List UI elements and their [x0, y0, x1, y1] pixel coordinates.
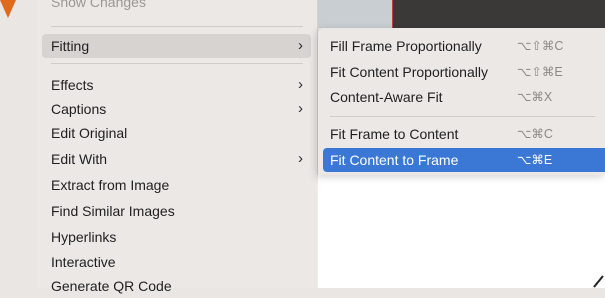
- menu-separator: [51, 63, 303, 64]
- menu-item-generate-qr-code[interactable]: Generate QR Code: [42, 274, 311, 298]
- menu-item-label: Captions: [51, 101, 107, 117]
- menu-item-hyperlinks[interactable]: Hyperlinks: [42, 225, 311, 249]
- submenu-item-label: Fit Content to Frame: [330, 152, 459, 168]
- shortcut-label: ⌥⇧⌘E: [517, 65, 563, 79]
- submenu-item-label: Fit Content Proportionally: [330, 64, 488, 80]
- menu-separator: [51, 26, 303, 27]
- submenu-item-label: Fill Frame Proportionally: [330, 38, 482, 54]
- menu-item-label: Fitting: [51, 38, 90, 54]
- menu-item-label: Find Similar Images: [51, 203, 175, 219]
- menu-item-fitting[interactable]: Fitting ›: [42, 34, 311, 58]
- shortcut-label: ⌥⌘X: [517, 90, 553, 104]
- frame-corner-icon: [593, 275, 604, 288]
- menu-item-label: Extract from Image: [51, 177, 170, 193]
- menu-item-find-similar-images[interactable]: Find Similar Images: [42, 199, 311, 223]
- canvas-toolbar-strip: [318, 0, 392, 28]
- menu-item-extract-from-image[interactable]: Extract from Image: [42, 173, 311, 197]
- menu-item-edit-with[interactable]: Edit With ›: [42, 147, 311, 171]
- menu-item-interactive[interactable]: Interactive: [42, 250, 311, 274]
- menu-item-label: Interactive: [51, 254, 116, 270]
- context-menu: Show Changes Fitting › Effects › Caption…: [37, 0, 317, 294]
- submenu-item-content-aware-fit[interactable]: Content-Aware Fit ⌥⌘X: [323, 85, 605, 109]
- submenu-item-fit-content-to-frame[interactable]: Fit Content to Frame ⌥⌘E: [323, 148, 605, 172]
- submenu-item-label: Fit Frame to Content: [330, 126, 459, 142]
- menu-item-label: Edit Original: [51, 125, 128, 141]
- menu-item-effects[interactable]: Effects ›: [42, 73, 311, 97]
- submenu-separator: [330, 116, 595, 117]
- chevron-right-icon: ›: [298, 100, 303, 117]
- submenu-item-fill-frame-proportionally[interactable]: Fill Frame Proportionally ⌥⇧⌘C: [323, 34, 605, 58]
- menu-item-label: Effects: [51, 77, 94, 93]
- menu-item-edit-original[interactable]: Edit Original: [42, 121, 311, 145]
- menu-item-label: Edit With: [51, 151, 108, 167]
- menu-item-captions[interactable]: Captions ›: [42, 97, 311, 121]
- chevron-right-icon: ›: [298, 76, 303, 93]
- menu-item-label: Hyperlinks: [51, 229, 117, 245]
- orange-pointer-icon: [0, 0, 16, 18]
- chevron-right-icon: ›: [298, 37, 303, 54]
- chevron-right-icon: ›: [298, 150, 303, 167]
- menu-item-label: Generate QR Code: [51, 278, 172, 294]
- shortcut-label: ⌥⌘E: [517, 153, 553, 167]
- frame-edge-line: [392, 0, 393, 28]
- fitting-submenu: Fill Frame Proportionally ⌥⇧⌘C Fit Conte…: [318, 28, 605, 175]
- submenu-item-fit-content-proportionally[interactable]: Fit Content Proportionally ⌥⇧⌘E: [323, 60, 605, 84]
- menu-item-cut-off[interactable]: Show Changes: [51, 0, 251, 12]
- shortcut-label: ⌥⇧⌘C: [517, 39, 564, 53]
- submenu-item-fit-frame-to-content[interactable]: Fit Frame to Content ⌥⌘C: [323, 122, 605, 146]
- shortcut-label: ⌥⌘C: [517, 127, 553, 141]
- submenu-item-label: Content-Aware Fit: [330, 89, 443, 105]
